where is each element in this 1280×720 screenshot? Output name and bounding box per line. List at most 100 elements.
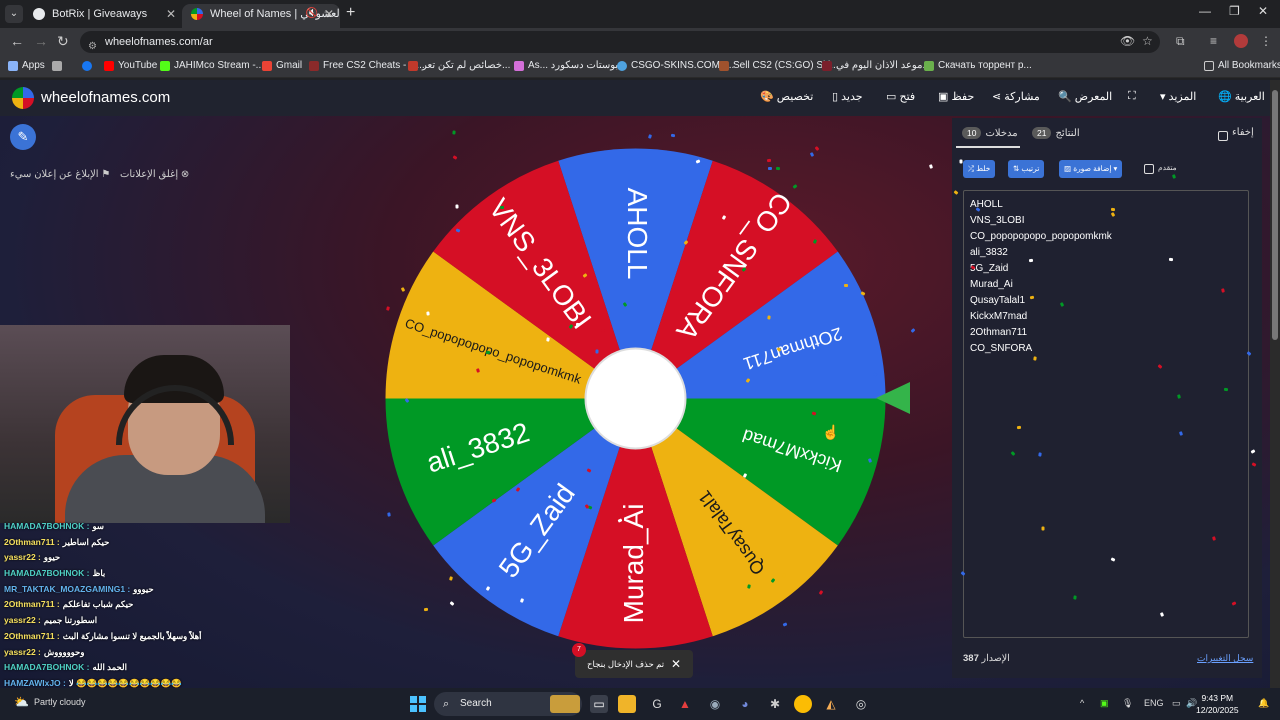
hide-checkbox[interactable]	[1218, 131, 1228, 141]
tray-overflow-icon[interactable]: ^	[1080, 698, 1084, 708]
chat-text: حيكم اساطير	[62, 536, 110, 547]
weather-widget[interactable]: ⛅ Partly cloudy	[14, 695, 86, 709]
notification-bell-icon[interactable]: 🔔	[1258, 698, 1269, 709]
close-tab-icon[interactable]: ✕	[324, 4, 334, 24]
all-bookmarks[interactable]: All Bookmarks	[1204, 60, 1280, 71]
entry-line[interactable]: VNS_3LOBI	[970, 213, 1242, 229]
grid-icon	[52, 61, 62, 71]
bookmark-youtube[interactable]: YouTube	[104, 60, 157, 71]
language-indicator[interactable]: ENG	[1144, 698, 1164, 708]
bookmark-apps[interactable]: Apps	[8, 60, 45, 71]
entries-panel: 10 مدخلات 21 النتائج إخفاء ⤮ خلط ⇅ ترتيب ▨…	[952, 118, 1262, 678]
window-close-icon[interactable]: ✕	[1258, 4, 1268, 18]
tab-search-button[interactable]: ⌄	[5, 5, 23, 23]
customize-button[interactable]: 🎨 تخصيص	[760, 90, 813, 103]
app-red-icon[interactable]: ▲	[676, 695, 694, 713]
edit-pencil-icon[interactable]: ✎	[10, 124, 36, 150]
tab-entries[interactable]: 10 مدخلات	[962, 127, 1018, 139]
bookmark-csgo-skins[interactable]: CSGO-SKINS.COM -...	[617, 60, 734, 71]
sort-button[interactable]: ⇅ ترتيب	[1008, 160, 1045, 178]
add-image-button[interactable]: ▨ إضافة صورة ▾	[1059, 160, 1123, 178]
obs-icon[interactable]: ◎	[852, 695, 870, 713]
shuffle-button[interactable]: ⤮ خلط	[963, 160, 996, 178]
confetti-piece	[811, 411, 816, 416]
tab-botrix[interactable]: BotRix | Giveaways ✕	[24, 4, 182, 28]
bookmark-gmail[interactable]: Gmail	[262, 60, 302, 71]
entry-line[interactable]: ali_3832	[970, 245, 1242, 261]
app-orange-icon[interactable]: ◭	[822, 695, 840, 713]
save-button[interactable]: ▣ حفظ	[938, 90, 974, 103]
gallery-button[interactable]: 🔍 المعرض	[1058, 90, 1112, 103]
microphone-icon[interactable]: 🎙	[1122, 698, 1133, 709]
bookmark-arabic-1[interactable]: خصائص لم تكن تعر...	[408, 60, 510, 71]
back-icon[interactable]: ←	[10, 33, 24, 49]
entry-line[interactable]: 5G_Zaid	[970, 261, 1242, 277]
entry-line[interactable]: CO_popopopopo_popopomkmk	[970, 229, 1242, 245]
wheel-segment-label: AHOLL	[622, 188, 653, 280]
wheel[interactable]: AHOLL CO_SNFORA 2Othman711 KickxM7mad QusayT…	[383, 146, 888, 651]
entry-line[interactable]: Murad_Ai	[970, 277, 1242, 293]
tab-results[interactable]: 21 النتائج	[1032, 127, 1080, 139]
scrollbar-thumb[interactable]	[1272, 90, 1278, 340]
media-control-icon[interactable]: ≡	[1210, 34, 1217, 48]
wheel-center-hub[interactable]	[584, 347, 687, 450]
entry-line[interactable]: KickxM7mad	[970, 309, 1242, 325]
language-menu[interactable]: 🌐 العربية	[1218, 90, 1265, 103]
close-tab-icon[interactable]: ✕	[166, 4, 176, 24]
report-ad-link[interactable]: الإبلاغ عن إعلان سيء ⚑	[10, 169, 110, 180]
page-scrollbar[interactable]	[1270, 80, 1280, 688]
toast-close-icon[interactable]: ✕	[671, 650, 681, 678]
bookmark-kick[interactable]: JAHIMco Stream -...	[160, 60, 264, 71]
reload-icon[interactable]: ↻	[57, 33, 69, 50]
app-gear-icon[interactable]: ✱	[766, 695, 784, 713]
steam-icon[interactable]: ◉	[706, 695, 724, 713]
stream-chat: HAMADA7BOHNOK : سو 2Othman711 : حيكم اساطير…	[0, 521, 290, 688]
entry-line[interactable]: QusayTalal1	[970, 293, 1242, 309]
tracking-protection-icon[interactable]: 👁	[1120, 34, 1135, 48]
wheel-svg[interactable]: AHOLL CO_SNFORA2Othman711KickxM7madQusayT…	[383, 146, 888, 651]
profile-avatar[interactable]	[1234, 34, 1248, 48]
taskbar-clock[interactable]: 9:43 PM 12/20/2025	[1196, 692, 1239, 716]
extensions-icon[interactable]: ⧉	[1176, 34, 1185, 49]
minimize-icon[interactable]: —	[1199, 4, 1211, 18]
network-icon[interactable]: ▭	[1172, 698, 1181, 709]
bookmark-prayer-times[interactable]: موعد الاذان اليوم في...	[822, 60, 931, 71]
new-button[interactable]: ▯ جديد	[832, 90, 863, 103]
app-icon[interactable]: G	[648, 695, 666, 713]
tray-app-icon[interactable]: ▣	[1100, 698, 1109, 709]
bookmark-torrent[interactable]: Скачать торрент р...	[924, 60, 1032, 71]
discord-icon[interactable]: ◕	[736, 695, 754, 713]
bookmark-sell-cs2[interactable]: Sell CS2 (CS:GO) Ski...	[719, 60, 839, 71]
address-bar[interactable]: ⚙ wheelofnames.com/ar	[80, 31, 1160, 53]
confetti-piece	[1028, 258, 1033, 262]
fullscreen-button[interactable]: ⛶	[1128, 90, 1136, 103]
browser-menu-icon[interactable]: ⋮	[1260, 34, 1272, 48]
changelog-link[interactable]: سجل التغييرات	[1197, 653, 1253, 664]
entry-line[interactable]: 2Othman711	[970, 325, 1242, 341]
new-tab-button[interactable]: +	[346, 4, 355, 22]
tab-title: Wheel of Names | العشوائي	[210, 8, 340, 20]
mute-tab-icon[interactable]: 🔇	[306, 4, 318, 24]
task-view-icon[interactable]: ▭	[590, 695, 608, 713]
windows-start-icon[interactable]	[410, 696, 426, 712]
advanced-checkbox[interactable]	[1144, 164, 1154, 174]
bookmark-discord-posts[interactable]: As... بوستات دسكورد	[514, 60, 618, 71]
confetti-piece	[1041, 526, 1045, 531]
search-highlight-icon[interactable]	[550, 695, 580, 713]
share-button[interactable]: ⋖ مشاركة	[992, 90, 1040, 103]
more-menu[interactable]: ▾ المزيد	[1160, 90, 1196, 103]
entry-line[interactable]: CO_SNFORA	[970, 341, 1242, 357]
restore-icon[interactable]: ❐	[1229, 4, 1240, 18]
tab-wheel-of-names[interactable]: Wheel of Names | العشوائي 🔇 ✕	[182, 4, 340, 28]
close-ads-link[interactable]: إغلق الإعلانات ⊗	[120, 169, 189, 180]
bookmark-star-icon[interactable]: ☆	[1142, 34, 1153, 48]
site-name[interactable]: wheelofnames.com	[41, 89, 170, 106]
chrome-icon[interactable]	[794, 695, 812, 713]
entries-textarea[interactable]: AHOLL VNS_3LOBI CO_popopopopo_popopomkmk al…	[963, 190, 1249, 638]
entry-line[interactable]: AHOLL	[970, 197, 1242, 213]
site-info-icon[interactable]: ⚙	[88, 36, 97, 58]
forward-icon[interactable]: →	[34, 33, 48, 49]
file-explorer-icon[interactable]	[618, 695, 636, 713]
wheel-logo-icon[interactable]	[12, 87, 34, 109]
open-button[interactable]: ▭ فتح	[886, 90, 915, 103]
